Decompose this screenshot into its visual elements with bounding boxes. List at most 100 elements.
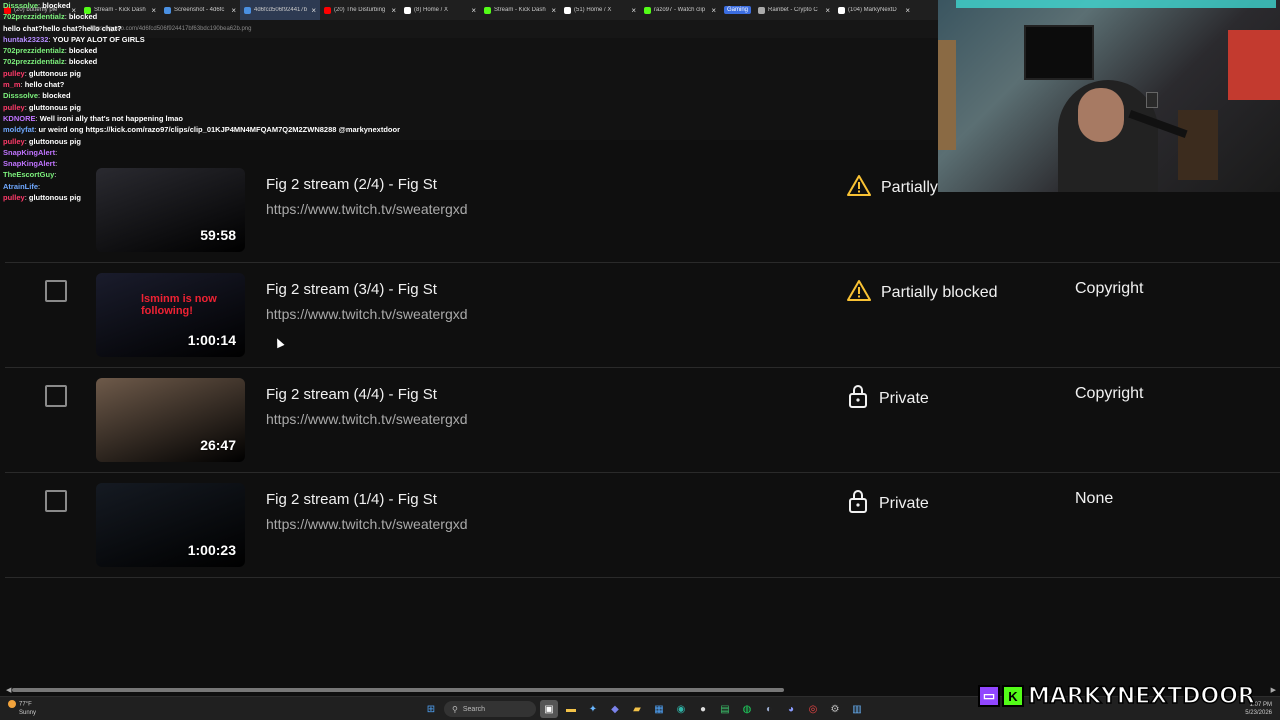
chat-message: SnapKingAlert:: [3, 147, 940, 158]
video-row[interactable]: 1:00:23 Fig 2 stream (1/4) - Fig St https:…: [5, 473, 1280, 578]
obs-icon[interactable]: ●: [694, 700, 712, 718]
video-title[interactable]: Fig 2 stream (3/4) - Fig St: [266, 281, 437, 298]
chat-message: pulley: gluttonous pig: [3, 192, 940, 203]
chat-text: blocked: [42, 91, 71, 101]
weather-desc: Sunny: [19, 709, 37, 716]
chat-text: blocked: [68, 57, 98, 67]
chat-username[interactable]: huntak23232: [3, 35, 48, 44]
scroll-right-icon[interactable]: ▶: [1271, 686, 1276, 694]
chat-text: ur weird ong https://kick.com/razo97/cli…: [38, 125, 401, 135]
video-thumbnail[interactable]: 1:00:23: [96, 483, 245, 567]
edge-icon[interactable]: ◉: [672, 700, 690, 718]
taskbar-search[interactable]: ⚲ Search: [444, 701, 536, 717]
spotify-icon[interactable]: ◍: [738, 700, 756, 718]
kick-logo-icon: K: [1002, 685, 1024, 707]
sheets-icon[interactable]: ▤: [716, 700, 734, 718]
chat-username[interactable]: Disssolve: [3, 1, 38, 10]
chat-message: TheEscortGuy:: [3, 169, 940, 180]
chat-message: 702prezzidentialz: blocked: [3, 11, 940, 22]
row-checkbox[interactable]: [45, 385, 67, 407]
chat-separator: :: [54, 170, 57, 180]
chat-message: huntak23232: YOU PAY ALOT OF GIRLS: [3, 34, 940, 45]
chat-username[interactable]: pulley: [3, 69, 25, 78]
chat-username[interactable]: TheEscortGuy: [3, 170, 54, 179]
chat-message: Disssolve: blocked: [3, 90, 940, 101]
chat-username[interactable]: 702prezzidentialz: [3, 57, 65, 66]
webcam-overlay: [938, 0, 1280, 192]
row-checkbox[interactable]: [45, 490, 67, 512]
streamer-face: [1078, 88, 1124, 142]
chat-text: gluttonous pig: [28, 68, 81, 78]
chat-username[interactable]: KDNORE: [3, 114, 36, 123]
chat-separator: :: [55, 159, 58, 169]
wall-tv: [1024, 25, 1094, 80]
visibility-status[interactable]: Private: [847, 489, 929, 518]
visibility-status[interactable]: Partially blocked: [847, 279, 998, 306]
video-title[interactable]: Fig 2 stream (1/4) - Fig St: [266, 491, 437, 508]
row-checkbox[interactable]: [45, 280, 67, 302]
twitch-logo-icon: ▭: [978, 685, 1000, 707]
video-title[interactable]: Fig 2 stream (4/4) - Fig St: [266, 386, 437, 403]
video-thumbnail[interactable]: 26:47: [96, 378, 245, 462]
poster: [1228, 30, 1280, 100]
scroll-left-icon[interactable]: ◀: [6, 686, 11, 694]
video-duration: 1:00:14: [187, 332, 236, 348]
folder-icon[interactable]: ▰: [628, 700, 646, 718]
door: [938, 40, 956, 150]
chat-message: SnapKingAlert:: [3, 158, 940, 169]
search-icon: ⚲: [452, 704, 458, 714]
lock-icon: [847, 489, 879, 518]
video-row[interactable]: lsminm is now following! 1:00:14 Fig 2 str…: [5, 263, 1280, 368]
thumbnail-overlay-text: lsminm is now following!: [141, 293, 217, 317]
chat-username[interactable]: moldyfat: [3, 125, 34, 134]
weather-widget[interactable]: 77°F Sunny: [8, 700, 36, 717]
chat-username[interactable]: m_m: [3, 80, 21, 89]
store-icon[interactable]: ▦: [650, 700, 668, 718]
teams-icon[interactable]: ◆: [606, 700, 624, 718]
steam-icon[interactable]: ◐: [760, 700, 778, 718]
scrollbar-thumb[interactable]: [12, 688, 784, 692]
chrome-icon[interactable]: ◎: [804, 700, 822, 718]
chat-username[interactable]: 702prezzidentialz: [3, 12, 65, 21]
discord-icon[interactable]: ◕: [782, 700, 800, 718]
restrictions-label[interactable]: Copyright: [1075, 280, 1143, 298]
chat-message: Disssolve: blocked: [3, 0, 940, 11]
settings-gear-icon[interactable]: ⚙: [826, 700, 844, 718]
restrictions-label[interactable]: None: [1075, 490, 1113, 508]
visibility-label: Private: [879, 389, 929, 407]
chat-message: hello chat?hello chat?hello chat?: [3, 23, 940, 34]
chat-username[interactable]: pulley: [3, 193, 25, 202]
chat-username[interactable]: SnapKingAlert: [3, 159, 55, 168]
chat-text: blocked: [42, 1, 71, 10]
sun-icon: [8, 700, 16, 708]
chat-message: pulley: gluttonous pig: [3, 68, 940, 79]
chat-username[interactable]: pulley: [3, 103, 25, 112]
file-explorer-icon[interactable]: ▬: [562, 700, 580, 718]
calculator-icon[interactable]: ▥: [848, 700, 866, 718]
video-row[interactable]: 26:47 Fig 2 stream (4/4) - Fig St https://…: [5, 368, 1280, 473]
chat-text: hello chat?hello chat?hello chat?: [3, 23, 122, 33]
weather-temp: 77°F: [19, 701, 32, 708]
chat-username[interactable]: SnapKingAlert: [3, 148, 55, 157]
chat-message: 702prezzidentialz: blocked: [3, 56, 940, 67]
chat-message: KDNORE: Well ironi ally that's not happe…: [3, 113, 940, 124]
chat-message: AtrainLife:: [3, 181, 940, 192]
warning-icon: [847, 279, 881, 306]
chat-username[interactable]: Disssolve: [3, 91, 38, 100]
video-description: https://www.twitch.tv/sweatergxd: [266, 306, 468, 322]
task-view-icon[interactable]: ▣: [540, 700, 558, 718]
visibility-status[interactable]: Private: [847, 384, 929, 413]
video-duration: 1:00:23: [187, 542, 236, 558]
chat-username[interactable]: pulley: [3, 137, 25, 146]
clock-date: 5/23/2026: [1245, 710, 1272, 716]
video-description: https://www.twitch.tv/sweatergxd: [266, 516, 468, 532]
copilot-icon[interactable]: ✦: [584, 700, 602, 718]
windows-start-icon[interactable]: ⊞: [422, 700, 440, 718]
video-thumbnail[interactable]: lsminm is now following! 1:00:14: [96, 273, 245, 357]
chat-username[interactable]: 702prezzidentialz: [3, 46, 65, 55]
chat-text: gluttonous pig: [28, 136, 81, 146]
streamer-branding: ▭ K MARKYNEXTDOOR: [978, 683, 1256, 709]
restrictions-label[interactable]: Copyright: [1075, 385, 1143, 403]
led-strip: [956, 0, 1276, 8]
chat-username[interactable]: AtrainLife: [3, 182, 38, 191]
